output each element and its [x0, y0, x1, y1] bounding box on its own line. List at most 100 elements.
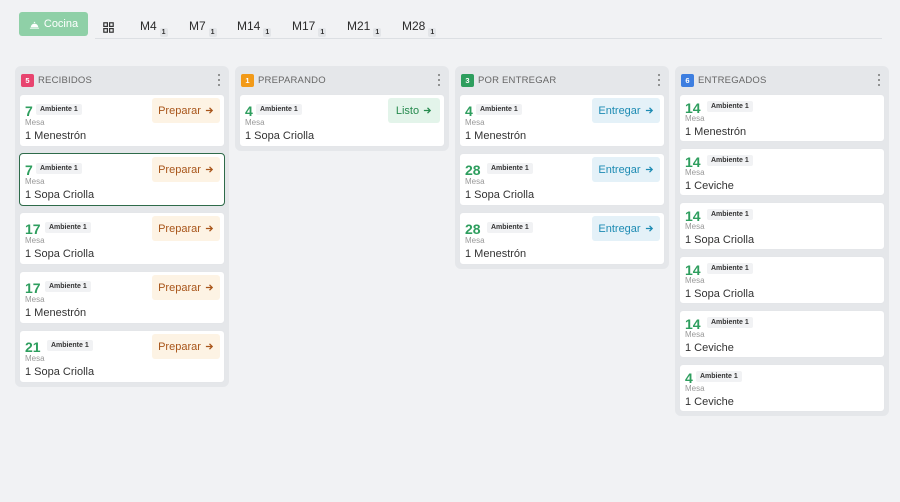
table-number: 7: [25, 103, 33, 119]
order-card[interactable]: 14 Ambiente 1 Mesa 1 Menestrón: [679, 94, 885, 142]
table-number: 28: [465, 162, 481, 178]
kebab-menu-icon[interactable]: [877, 74, 881, 86]
column-title: PREPARANDO: [258, 74, 326, 86]
column-title: POR ENTREGAR: [478, 74, 557, 86]
column-count-badge: 6: [681, 73, 694, 87]
order-card[interactable]: 21 Ambiente 1 Mesa 1 Sopa Criolla Prepar…: [19, 330, 225, 383]
column-por-entregar: 3 POR ENTREGAR 4 Ambiente 1 Mesa 1 Menes…: [455, 66, 669, 269]
prepare-button-label: Preparar: [158, 340, 201, 353]
tab-label: M28: [402, 19, 426, 33]
order-card[interactable]: 14 Ambiente 1 Mesa 1 Ceviche: [679, 148, 885, 196]
table-number: 4: [245, 103, 253, 119]
mesa-label: Mesa: [25, 118, 45, 127]
column-title: RECIBIDOS: [38, 74, 93, 86]
mesa-label: Mesa: [25, 236, 45, 245]
order-card[interactable]: 14 Ambiente 1 Mesa 1 Sopa Criolla: [679, 202, 885, 250]
arrow-right-icon: [645, 166, 653, 173]
prepare-button[interactable]: Preparar: [152, 216, 220, 241]
order-card[interactable]: 7 Ambiente 1 Mesa 1 Menestrón Preparar: [19, 94, 225, 147]
mesa-label: Mesa: [685, 276, 705, 285]
ambiente-tag: Ambiente 1: [487, 222, 533, 233]
arrow-right-icon: [205, 166, 213, 173]
order-card[interactable]: 28 Ambiente 1 Mesa 1 Menestrón Entregar: [459, 212, 665, 265]
tab-count-badge: 1: [428, 28, 437, 37]
mesa-label: Mesa: [465, 236, 485, 245]
prepare-button[interactable]: Preparar: [152, 98, 220, 123]
tab-label: M14: [237, 19, 261, 33]
kitchen-button-label: Cocina: [43, 18, 79, 30]
prepare-button[interactable]: Preparar: [152, 334, 220, 359]
arrow-right-icon: [205, 284, 213, 291]
deliver-button[interactable]: Entregar: [592, 98, 660, 123]
tab-m28[interactable]: M28 1: [402, 19, 437, 37]
prepare-button-label: Preparar: [158, 281, 201, 294]
ambiente-tag: Ambiente 1: [36, 104, 82, 115]
ready-button[interactable]: Listo: [388, 98, 440, 123]
prepare-button[interactable]: Preparar: [152, 275, 220, 300]
kebab-menu-icon[interactable]: [657, 74, 661, 86]
order-card[interactable]: 4 Ambiente 1 Mesa 1 Ceviche: [679, 364, 885, 412]
order-card[interactable]: 14 Ambiente 1 Mesa 1 Sopa Criolla: [679, 256, 885, 304]
column-preparando: 1 PREPARANDO 4 Ambiente 1 Mesa 1 Sopa Cr…: [235, 66, 449, 151]
mesa-label: Mesa: [685, 168, 705, 177]
kitchen-button[interactable]: Cocina: [19, 12, 88, 36]
order-item: 1 Sopa Criolla: [465, 189, 535, 201]
column-title: ENTREGADOS: [698, 74, 767, 86]
ambiente-tag: Ambiente 1: [707, 263, 753, 274]
prepare-button[interactable]: Preparar: [152, 157, 220, 182]
ambiente-tag: Ambiente 1: [476, 104, 522, 115]
mesa-label: Mesa: [245, 118, 265, 127]
column-header: 3 POR ENTREGAR: [459, 66, 665, 94]
order-card[interactable]: 4 Ambiente 1 Mesa 1 Sopa Criolla Listo: [239, 94, 445, 147]
column-recibidos: 5 RECIBIDOS 7 Ambiente 1 Mesa 1 Menestró…: [15, 66, 229, 387]
ambiente-tag: Ambiente 1: [707, 155, 753, 166]
column-header: 1 PREPARANDO: [239, 66, 445, 94]
kebab-menu-icon[interactable]: [217, 74, 221, 86]
deliver-button[interactable]: Entregar: [592, 157, 660, 182]
deliver-button-label: Entregar: [598, 104, 641, 117]
ambiente-tag: Ambiente 1: [45, 222, 91, 233]
mesa-label: Mesa: [465, 118, 485, 127]
table-number: 4: [465, 103, 473, 119]
table-number: 21: [25, 339, 41, 355]
order-item: 1 Sopa Criolla: [685, 234, 755, 246]
tab-count-badge: 1: [373, 28, 382, 37]
tab-m21[interactable]: M21 1: [347, 19, 382, 37]
order-item: 1 Sopa Criolla: [25, 189, 95, 201]
top-bar: Cocina M4 1 M7 1 M14 1 M17 1 M21 1 M28 1: [0, 0, 900, 40]
ambiente-tag: Ambiente 1: [36, 163, 82, 174]
topbar-divider: [95, 38, 882, 39]
column-header: 6 ENTREGADOS: [679, 66, 885, 94]
order-card[interactable]: 28 Ambiente 1 Mesa 1 Sopa Criolla Entreg…: [459, 153, 665, 206]
grid-view-icon[interactable]: [103, 20, 114, 33]
kebab-menu-icon[interactable]: [437, 74, 441, 86]
arrow-right-icon: [205, 343, 213, 350]
tab-m17[interactable]: M17 1: [292, 19, 327, 37]
column-header: 5 RECIBIDOS: [19, 66, 225, 94]
arrow-right-icon: [645, 107, 653, 114]
tab-m14[interactable]: M14 1: [237, 19, 272, 37]
order-item: 1 Ceviche: [685, 342, 734, 354]
order-card[interactable]: 7 Ambiente 1 Mesa 1 Sopa Criolla Prepara…: [19, 153, 225, 206]
tab-m4[interactable]: M4 1: [140, 19, 168, 37]
mesa-label: Mesa: [685, 384, 705, 393]
order-card[interactable]: 17 Ambiente 1 Mesa 1 Menestrón Preparar: [19, 271, 225, 324]
order-card[interactable]: 4 Ambiente 1 Mesa 1 Menestrón Entregar: [459, 94, 665, 147]
tab-label: M7: [189, 19, 206, 33]
deliver-button[interactable]: Entregar: [592, 216, 660, 241]
mesa-label: Mesa: [465, 177, 485, 186]
tab-count-badge: 1: [318, 28, 327, 37]
mesa-label: Mesa: [25, 354, 45, 363]
arrow-right-icon: [205, 107, 213, 114]
order-card[interactable]: 14 Ambiente 1 Mesa 1 Ceviche: [679, 310, 885, 358]
tab-label: M21: [347, 19, 371, 33]
order-item: 1 Ceviche: [685, 396, 734, 408]
order-item: 1 Menestrón: [25, 130, 87, 142]
tab-label: M4: [140, 19, 157, 33]
table-number: 28: [465, 221, 481, 237]
tab-m7[interactable]: M7 1: [189, 19, 217, 37]
ambiente-tag: Ambiente 1: [256, 104, 302, 115]
mesa-label: Mesa: [25, 177, 45, 186]
order-card[interactable]: 17 Ambiente 1 Mesa 1 Sopa Criolla Prepar…: [19, 212, 225, 265]
tab-count-badge: 1: [159, 28, 168, 37]
